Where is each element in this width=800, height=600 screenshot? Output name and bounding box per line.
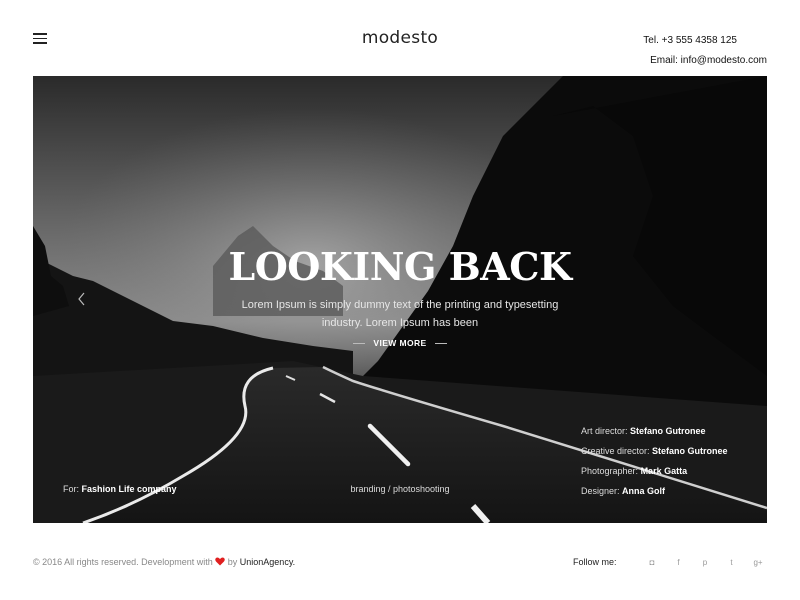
instagram-icon[interactable]: ◘	[643, 554, 661, 570]
project-tags: branding / photoshooting	[350, 484, 450, 494]
phone-number[interactable]: Tel. +3 555 4358 125	[643, 31, 767, 51]
google-plus-icon[interactable]: g+	[749, 554, 767, 570]
site-header: modesto Tel. +3 555 4358 125 Email: info…	[0, 0, 800, 76]
agency-link[interactable]: UnionAgency.	[240, 557, 295, 567]
social-links: Follow me: ◘ f p t g+	[573, 554, 767, 570]
client-info: For: Fashion Life company	[63, 484, 177, 494]
follow-label: Follow me:	[572, 557, 617, 567]
copyright-text: © 2016 All rights reserved. Development …	[33, 557, 296, 567]
divider	[353, 343, 366, 345]
pinterest-icon[interactable]: p	[696, 554, 714, 570]
view-more-button[interactable]: VIEW MORE	[373, 338, 426, 348]
facebook-icon[interactable]: f	[670, 554, 688, 570]
hero-description: Lorem Ipsum is simply dummy text of the …	[241, 299, 559, 329]
hero-title: LOOKING BACK	[228, 244, 572, 289]
credits-list: Art director: Stefano Gutronee Creative …	[581, 421, 728, 501]
heart-icon	[215, 557, 225, 566]
contact-info: Tel. +3 555 4358 125 Email: info@modesto…	[643, 31, 767, 71]
credit-item: Designer: Anna Golf	[581, 486, 666, 496]
credit-item: Photographer: Mark Gatta	[581, 466, 688, 476]
twitter-icon[interactable]: t	[723, 554, 741, 570]
email-address[interactable]: Email: info@modesto.com	[643, 51, 767, 71]
credit-item: Art director: Stefano Gutronee	[581, 426, 706, 436]
chevron-left-icon[interactable]	[77, 292, 87, 306]
hero-slider: LOOKING BACK Lorem Ipsum is simply dummy…	[33, 76, 767, 523]
view-more-link: VIEW MORE	[33, 338, 767, 348]
credit-item: Creative director: Stefano Gutronee	[581, 446, 728, 456]
divider	[434, 343, 447, 345]
site-footer: © 2016 All rights reserved. Development …	[33, 552, 767, 572]
